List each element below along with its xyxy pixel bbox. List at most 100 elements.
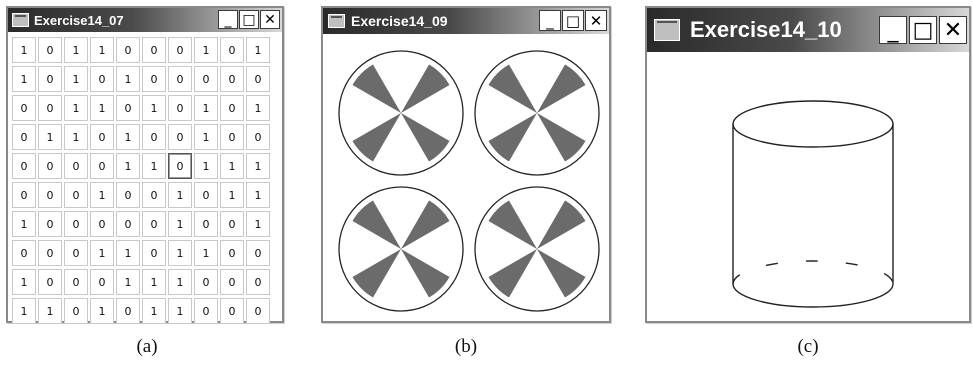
matrix-cell[interactable]: 0 — [38, 269, 62, 295]
matrix-cell[interactable]: 1 — [194, 153, 218, 179]
matrix-cell[interactable]: 0 — [142, 37, 166, 63]
matrix-cell[interactable]: 1 — [116, 124, 140, 150]
matrix-cell[interactable]: 0 — [142, 240, 166, 266]
matrix-cell[interactable]: 1 — [12, 66, 36, 92]
matrix-cell[interactable]: 1 — [246, 182, 270, 208]
matrix-cell[interactable]: 0 — [38, 182, 62, 208]
matrix-cell[interactable]: 1 — [38, 298, 62, 324]
matrix-cell[interactable]: 1 — [142, 95, 166, 121]
matrix-cell[interactable]: 0 — [90, 269, 114, 295]
matrix-cell[interactable]: 1 — [142, 298, 166, 324]
matrix-cell[interactable]: 1 — [12, 211, 36, 237]
matrix-cell-editing[interactable]: 0 — [168, 153, 192, 179]
matrix-cell[interactable]: 1 — [246, 37, 270, 63]
matrix-cell[interactable]: 0 — [12, 153, 36, 179]
maximize-button[interactable]: □ — [239, 10, 259, 29]
minimize-button[interactable]: _ — [218, 10, 238, 29]
matrix-cell[interactable]: 0 — [12, 240, 36, 266]
close-button[interactable]: ✕ — [585, 10, 607, 31]
minimize-button[interactable]: _ — [879, 16, 907, 44]
matrix-cell[interactable]: 1 — [142, 153, 166, 179]
matrix-cell[interactable]: 0 — [246, 269, 270, 295]
matrix-cell[interactable]: 0 — [64, 298, 88, 324]
matrix-cell[interactable]: 0 — [116, 211, 140, 237]
matrix-cell[interactable]: 1 — [168, 240, 192, 266]
title-bar[interactable]: Exercise14_09 _ □ ✕ — [323, 8, 609, 34]
matrix-cell[interactable]: 1 — [90, 298, 114, 324]
matrix-cell[interactable]: 0 — [220, 66, 244, 92]
matrix-cell[interactable]: 0 — [116, 37, 140, 63]
matrix-cell[interactable]: 1 — [246, 153, 270, 179]
matrix-cell[interactable]: 0 — [246, 124, 270, 150]
matrix-cell[interactable]: 0 — [116, 182, 140, 208]
matrix-cell[interactable]: 1 — [38, 124, 62, 150]
matrix-cell[interactable]: 0 — [38, 153, 62, 179]
matrix-cell[interactable]: 0 — [38, 66, 62, 92]
matrix-cell[interactable]: 1 — [116, 269, 140, 295]
matrix-cell[interactable]: 0 — [220, 240, 244, 266]
matrix-cell[interactable]: 0 — [194, 269, 218, 295]
matrix-cell[interactable]: 0 — [220, 124, 244, 150]
matrix-cell[interactable]: 0 — [12, 124, 36, 150]
matrix-cell[interactable]: 0 — [194, 211, 218, 237]
matrix-cell[interactable]: 0 — [142, 182, 166, 208]
matrix-cell[interactable]: 1 — [64, 66, 88, 92]
matrix-cell[interactable]: 1 — [194, 240, 218, 266]
matrix-cell[interactable]: 1 — [12, 37, 36, 63]
matrix-cell[interactable]: 0 — [116, 298, 140, 324]
matrix-cell[interactable]: 1 — [64, 124, 88, 150]
matrix-cell[interactable]: 1 — [168, 269, 192, 295]
matrix-cell[interactable]: 1 — [194, 124, 218, 150]
matrix-cell[interactable]: 0 — [38, 211, 62, 237]
matrix-cell[interactable]: 0 — [142, 66, 166, 92]
matrix-cell[interactable]: 1 — [116, 66, 140, 92]
matrix-cell[interactable]: 0 — [64, 182, 88, 208]
matrix-cell[interactable]: 1 — [168, 211, 192, 237]
matrix-cell[interactable]: 1 — [90, 182, 114, 208]
matrix-cell[interactable]: 0 — [220, 269, 244, 295]
matrix-cell[interactable]: 1 — [220, 153, 244, 179]
matrix-cell[interactable]: 0 — [168, 66, 192, 92]
matrix-cell[interactable]: 1 — [90, 95, 114, 121]
matrix-cell[interactable]: 1 — [116, 153, 140, 179]
close-button[interactable]: ✕ — [260, 10, 280, 29]
matrix-cell[interactable]: 0 — [116, 95, 140, 121]
matrix-cell[interactable]: 1 — [12, 298, 36, 324]
maximize-button[interactable]: □ — [562, 10, 584, 31]
title-bar[interactable]: Exercise14_07 _ □ ✕ — [8, 8, 282, 32]
matrix-cell[interactable]: 0 — [168, 124, 192, 150]
close-button[interactable]: ✕ — [939, 16, 967, 44]
matrix-cell[interactable]: 0 — [142, 211, 166, 237]
maximize-button[interactable]: □ — [909, 16, 937, 44]
matrix-cell[interactable]: 0 — [168, 37, 192, 63]
title-bar[interactable]: Exercise14_10 _ □ ✕ — [647, 8, 969, 52]
matrix-cell[interactable]: 1 — [12, 269, 36, 295]
matrix-cell[interactable]: 0 — [194, 298, 218, 324]
matrix-cell[interactable]: 1 — [194, 95, 218, 121]
matrix-cell[interactable]: 1 — [246, 95, 270, 121]
matrix-cell[interactable]: 1 — [142, 269, 166, 295]
matrix-cell[interactable]: 0 — [90, 211, 114, 237]
matrix-cell[interactable]: 0 — [220, 211, 244, 237]
matrix-cell[interactable]: 0 — [246, 66, 270, 92]
matrix-cell[interactable]: 1 — [116, 240, 140, 266]
matrix-cell[interactable]: 0 — [38, 37, 62, 63]
matrix-cell[interactable]: 0 — [64, 211, 88, 237]
matrix-cell[interactable]: 1 — [246, 211, 270, 237]
matrix-cell[interactable]: 1 — [220, 182, 244, 208]
matrix-cell[interactable]: 0 — [12, 95, 36, 121]
matrix-cell[interactable]: 0 — [38, 240, 62, 266]
matrix-cell[interactable]: 0 — [220, 95, 244, 121]
matrix-cell[interactable]: 1 — [194, 37, 218, 63]
matrix-cell[interactable]: 0 — [90, 66, 114, 92]
matrix-cell[interactable]: 1 — [64, 37, 88, 63]
matrix-cell[interactable]: 0 — [64, 153, 88, 179]
matrix-cell[interactable]: 1 — [90, 240, 114, 266]
matrix-cell[interactable]: 1 — [64, 95, 88, 121]
matrix-cell[interactable]: 0 — [64, 269, 88, 295]
minimize-button[interactable]: _ — [539, 10, 561, 31]
matrix-cell[interactable]: 0 — [64, 240, 88, 266]
matrix-cell[interactable]: 0 — [246, 240, 270, 266]
matrix-cell[interactable]: 1 — [90, 37, 114, 63]
matrix-cell[interactable]: 0 — [246, 298, 270, 324]
